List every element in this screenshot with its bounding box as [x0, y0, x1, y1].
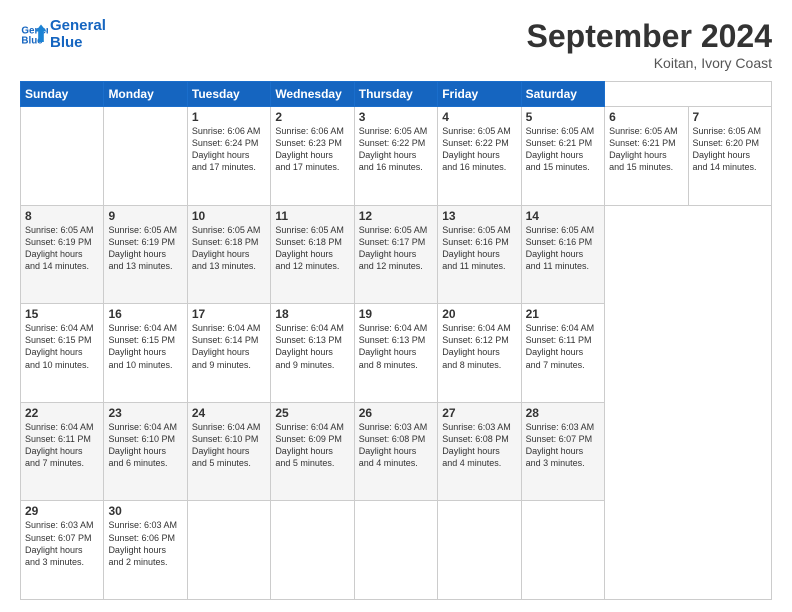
logo-line2: Blue [50, 35, 106, 52]
day-header-thursday: Thursday [354, 82, 437, 107]
empty-cell [354, 501, 437, 600]
empty-cell [438, 501, 521, 600]
empty-cell [271, 501, 354, 600]
calendar-day-27: 27Sunrise: 6:03 AMSunset: 6:08 PMDayligh… [438, 402, 521, 501]
logo: General Blue General Blue [20, 18, 106, 51]
calendar-day-11: 11Sunrise: 6:05 AMSunset: 6:18 PMDayligh… [271, 205, 354, 304]
logo-icon: General Blue [20, 21, 48, 49]
calendar-day-17: 17Sunrise: 6:04 AMSunset: 6:14 PMDayligh… [187, 304, 270, 403]
calendar-day-20: 20Sunrise: 6:04 AMSunset: 6:12 PMDayligh… [438, 304, 521, 403]
calendar-day-23: 23Sunrise: 6:04 AMSunset: 6:10 PMDayligh… [104, 402, 187, 501]
day-header-wednesday: Wednesday [271, 82, 354, 107]
calendar-day-24: 24Sunrise: 6:04 AMSunset: 6:10 PMDayligh… [187, 402, 270, 501]
calendar-day-19: 19Sunrise: 6:04 AMSunset: 6:13 PMDayligh… [354, 304, 437, 403]
calendar-header-row: SundayMondayTuesdayWednesdayThursdayFrid… [21, 82, 772, 107]
calendar-day-6: 6Sunrise: 6:05 AMSunset: 6:21 PMDaylight… [605, 107, 688, 206]
empty-cell [104, 107, 187, 206]
calendar-day-15: 15Sunrise: 6:04 AMSunset: 6:15 PMDayligh… [21, 304, 104, 403]
calendar-table: SundayMondayTuesdayWednesdayThursdayFrid… [20, 81, 772, 600]
calendar-day-18: 18Sunrise: 6:04 AMSunset: 6:13 PMDayligh… [271, 304, 354, 403]
day-header-friday: Friday [438, 82, 521, 107]
header: General Blue General Blue September 2024… [20, 18, 772, 71]
calendar-day-22: 22Sunrise: 6:04 AMSunset: 6:11 PMDayligh… [21, 402, 104, 501]
day-header-tuesday: Tuesday [187, 82, 270, 107]
calendar-day-29: 29Sunrise: 6:03 AMSunset: 6:07 PMDayligh… [21, 501, 104, 600]
calendar-week-3: 15Sunrise: 6:04 AMSunset: 6:15 PMDayligh… [21, 304, 772, 403]
calendar-day-3: 3Sunrise: 6:05 AMSunset: 6:22 PMDaylight… [354, 107, 437, 206]
calendar-week-1: 1Sunrise: 6:06 AMSunset: 6:24 PMDaylight… [21, 107, 772, 206]
calendar-day-14: 14Sunrise: 6:05 AMSunset: 6:16 PMDayligh… [521, 205, 604, 304]
calendar-day-16: 16Sunrise: 6:04 AMSunset: 6:15 PMDayligh… [104, 304, 187, 403]
calendar-day-5: 5Sunrise: 6:05 AMSunset: 6:21 PMDaylight… [521, 107, 604, 206]
title-block: September 2024 Koitan, Ivory Coast [527, 18, 772, 71]
calendar-day-2: 2Sunrise: 6:06 AMSunset: 6:23 PMDaylight… [271, 107, 354, 206]
calendar-week-5: 29Sunrise: 6:03 AMSunset: 6:07 PMDayligh… [21, 501, 772, 600]
empty-cell [21, 107, 104, 206]
empty-cell [521, 501, 604, 600]
calendar-day-7: 7Sunrise: 6:05 AMSunset: 6:20 PMDaylight… [688, 107, 772, 206]
page: General Blue General Blue September 2024… [0, 0, 792, 612]
calendar-day-30: 30Sunrise: 6:03 AMSunset: 6:06 PMDayligh… [104, 501, 187, 600]
calendar-week-2: 8Sunrise: 6:05 AMSunset: 6:19 PMDaylight… [21, 205, 772, 304]
calendar-day-28: 28Sunrise: 6:03 AMSunset: 6:07 PMDayligh… [521, 402, 604, 501]
calendar-week-4: 22Sunrise: 6:04 AMSunset: 6:11 PMDayligh… [21, 402, 772, 501]
calendar-day-4: 4Sunrise: 6:05 AMSunset: 6:22 PMDaylight… [438, 107, 521, 206]
month-title: September 2024 [527, 18, 772, 55]
logo-line1: General [50, 18, 106, 35]
calendar-day-9: 9Sunrise: 6:05 AMSunset: 6:19 PMDaylight… [104, 205, 187, 304]
calendar-day-25: 25Sunrise: 6:04 AMSunset: 6:09 PMDayligh… [271, 402, 354, 501]
calendar-day-8: 8Sunrise: 6:05 AMSunset: 6:19 PMDaylight… [21, 205, 104, 304]
calendar-day-21: 21Sunrise: 6:04 AMSunset: 6:11 PMDayligh… [521, 304, 604, 403]
calendar-day-26: 26Sunrise: 6:03 AMSunset: 6:08 PMDayligh… [354, 402, 437, 501]
day-header-saturday: Saturday [521, 82, 604, 107]
calendar-day-1: 1Sunrise: 6:06 AMSunset: 6:24 PMDaylight… [187, 107, 270, 206]
location: Koitan, Ivory Coast [527, 55, 772, 71]
day-header-sunday: Sunday [21, 82, 104, 107]
empty-cell [187, 501, 270, 600]
calendar-day-12: 12Sunrise: 6:05 AMSunset: 6:17 PMDayligh… [354, 205, 437, 304]
calendar-day-13: 13Sunrise: 6:05 AMSunset: 6:16 PMDayligh… [438, 205, 521, 304]
day-header-monday: Monday [104, 82, 187, 107]
calendar-day-10: 10Sunrise: 6:05 AMSunset: 6:18 PMDayligh… [187, 205, 270, 304]
